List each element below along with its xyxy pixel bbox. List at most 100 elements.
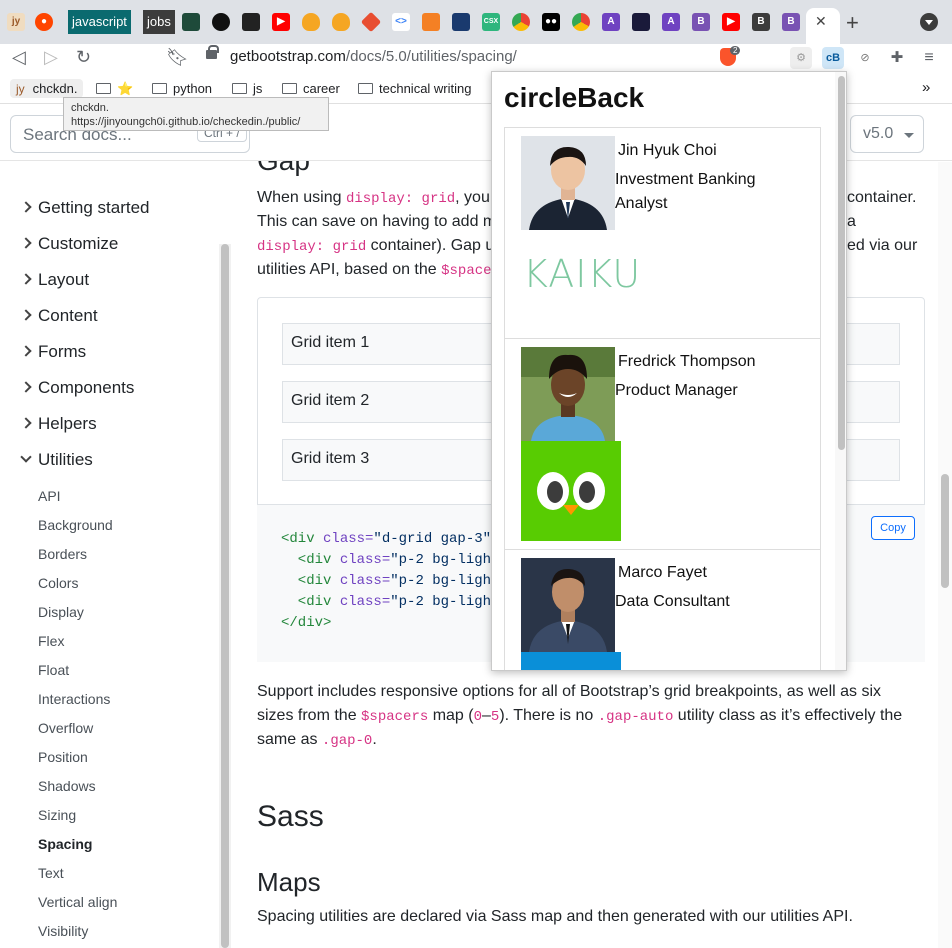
- contact-role: Data Consultant: [615, 593, 730, 610]
- sidebar-link-interactions[interactable]: Interactions: [38, 691, 110, 707]
- code-attr: class=: [331, 552, 391, 568]
- sidebar-link-colors[interactable]: Colors: [38, 575, 78, 591]
- sidebar-item-components[interactable]: Components: [20, 378, 134, 398]
- back-icon[interactable]: ◁: [12, 47, 26, 68]
- sidebar-link-borders[interactable]: Borders: [38, 546, 87, 562]
- chrome-tab-icon-1[interactable]: [512, 13, 530, 31]
- sidebar-item-utilities[interactable]: Utilities: [20, 450, 93, 470]
- bookmark-python[interactable]: python: [152, 81, 212, 96]
- sidebar-link-background[interactable]: Background: [38, 517, 113, 533]
- popup-scrollbar[interactable]: [835, 72, 846, 670]
- circleback-extension-icon[interactable]: cB: [822, 47, 844, 69]
- copy-button[interactable]: Copy: [871, 516, 915, 540]
- tab-search-icon[interactable]: [920, 13, 938, 31]
- youtube-tab-icon-2[interactable]: ▶: [722, 13, 740, 31]
- tab-icon-flame-1[interactable]: [302, 13, 320, 31]
- bookmark-chckdn[interactable]: jy chckdn.: [10, 79, 84, 98]
- bookmark-js[interactable]: js: [232, 81, 262, 96]
- sidebar-label: Customize: [38, 234, 119, 253]
- tab-icon-a-1[interactable]: A: [602, 13, 620, 31]
- folder-icon: [96, 83, 111, 94]
- tab-icon-2[interactable]: [212, 13, 230, 31]
- sidebar-item-layout[interactable]: Layout: [20, 270, 89, 290]
- contact-name: Jin Hyuk Choi: [618, 142, 717, 159]
- sidebar-item-getting-started[interactable]: Getting started: [20, 198, 150, 218]
- sidebar-item-forms[interactable]: Forms: [20, 342, 86, 362]
- contact-card[interactable]: Fredrick Thompson Product Manager: [505, 339, 820, 550]
- bookmark-technical-writing[interactable]: technical writing: [358, 81, 472, 96]
- bootstrap-tab-icon-1[interactable]: B: [692, 13, 710, 31]
- text: , you: [455, 189, 490, 206]
- bootstrap-tab-icon-3[interactable]: B: [782, 13, 800, 31]
- bookmark-career[interactable]: career: [282, 81, 340, 96]
- tab-javascript[interactable]: javascript: [68, 10, 131, 34]
- menu-icon[interactable]: ≡: [918, 47, 940, 69]
- url-path: /docs/5.0/utilities/spacing/: [345, 48, 517, 65]
- youtube-tab-icon[interactable]: ▶: [272, 13, 290, 31]
- sidebar-link-flex[interactable]: Flex: [38, 633, 64, 649]
- address-bar[interactable]: getbootstrap.com/docs/5.0/utilities/spac…: [200, 45, 748, 70]
- close-tab-icon[interactable]: ✕: [815, 13, 827, 30]
- bootstrap-tab-icon-2[interactable]: B: [752, 13, 770, 31]
- text: When using: [257, 189, 346, 206]
- tab-icon-3[interactable]: [242, 13, 260, 31]
- extensions-puzzle-icon[interactable]: ✚: [886, 47, 908, 69]
- forward-icon[interactable]: ▷: [44, 47, 58, 68]
- sidebar-scrollbar[interactable]: [219, 244, 231, 948]
- tooltip-url: https://jinyoungch0i.github.io/checkedin…: [71, 116, 301, 128]
- sidebar-link-visibility[interactable]: Visibility: [38, 923, 88, 939]
- sidebar-scroll-thumb[interactable]: [221, 244, 229, 948]
- sidebar-item-helpers[interactable]: Helpers: [20, 414, 97, 434]
- code-line: <div class="d-grid gap-3": [281, 531, 491, 547]
- sidebar-item-content[interactable]: Content: [20, 306, 98, 326]
- contact-card[interactable]: Marco Fayet Data Consultant: [505, 550, 820, 670]
- tab-icon-bars[interactable]: [632, 13, 650, 31]
- sidebar-link-display[interactable]: Display: [38, 604, 84, 620]
- tab-icon-code[interactable]: <>: [392, 13, 410, 31]
- contact-card[interactable]: Jin Hyuk Choi Investment Banking Analyst…: [505, 128, 820, 339]
- bookmarks-overflow-icon[interactable]: »: [922, 79, 930, 96]
- tab-jy[interactable]: jy: [7, 13, 25, 31]
- tab-icon-a-2[interactable]: A: [662, 13, 680, 31]
- chrome-tab-icon-2[interactable]: [572, 13, 590, 31]
- sidebar-link-sizing[interactable]: Sizing: [38, 807, 76, 823]
- sidebar-link-float[interactable]: Float: [38, 662, 69, 678]
- contact-name: Marco Fayet: [618, 564, 707, 581]
- page-scrollbar[interactable]: [938, 162, 952, 948]
- sidebar-link-position[interactable]: Position: [38, 749, 88, 765]
- text: container). Gap u: [366, 237, 495, 254]
- new-tab-icon[interactable]: +: [846, 10, 859, 36]
- bookmark-label: ⭐: [117, 81, 134, 96]
- folder-icon: [282, 83, 297, 94]
- tab-icon-hex[interactable]: [452, 13, 470, 31]
- sidebar-link-overflow[interactable]: Overflow: [38, 720, 93, 736]
- bookmark-icon[interactable]: 🔖︎: [166, 47, 189, 68]
- extension-icon-1[interactable]: ⚙: [790, 47, 812, 69]
- sidebar-link-shadows[interactable]: Shadows: [38, 778, 96, 794]
- sidebar-link-text[interactable]: Text: [38, 865, 64, 881]
- inline-code: $spacers: [361, 709, 429, 725]
- stackoverflow-tab-icon[interactable]: [422, 13, 440, 31]
- tab-icon-flame-2[interactable]: [332, 13, 350, 31]
- support-paragraph-line-1: Support includes responsive options for …: [257, 683, 882, 700]
- tab-icon-git[interactable]: [360, 11, 382, 33]
- sidebar-link-spacing[interactable]: Spacing: [38, 836, 92, 852]
- url-text[interactable]: getbootstrap.com/docs/5.0/utilities/spac…: [230, 48, 517, 65]
- bookmark-star-folder[interactable]: ⭐: [96, 81, 133, 97]
- tab-icon-1[interactable]: [182, 13, 200, 31]
- gap-paragraph-right-2: a: [847, 213, 856, 230]
- reload-icon[interactable]: ↻: [76, 47, 91, 68]
- popup-scroll-thumb[interactable]: [838, 76, 845, 450]
- contact-list: Jin Hyuk Choi Investment Banking Analyst…: [504, 127, 821, 670]
- medium-tab-icon[interactable]: ●●: [542, 13, 560, 31]
- page-scroll-thumb[interactable]: [941, 474, 949, 588]
- sidebar-link-api[interactable]: API: [38, 488, 61, 504]
- tab-icon-csx[interactable]: CSX: [482, 13, 500, 31]
- sidebar-label: Utilities: [38, 450, 93, 469]
- tab-jobs[interactable]: jobs: [143, 10, 175, 34]
- extension-icon-3[interactable]: ⊘: [854, 47, 876, 69]
- sidebar-item-customize[interactable]: Customize: [20, 234, 119, 254]
- tab-reddit[interactable]: ●: [35, 13, 53, 31]
- version-dropdown[interactable]: v5.0: [850, 115, 924, 153]
- sidebar-link-vertical-align[interactable]: Vertical align: [38, 894, 117, 910]
